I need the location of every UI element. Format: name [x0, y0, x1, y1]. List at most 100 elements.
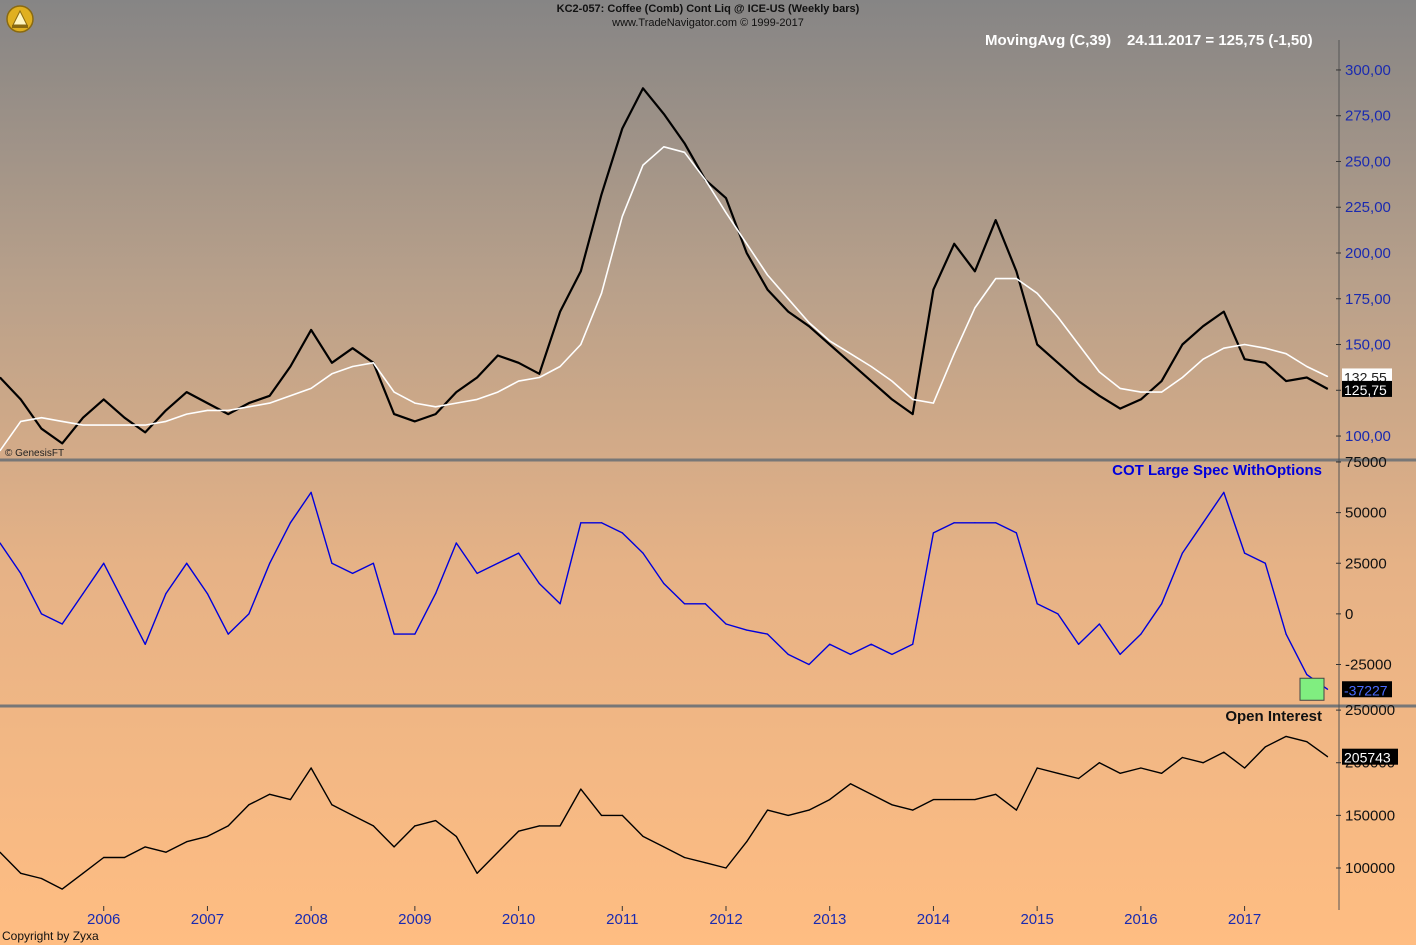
data-point: [829, 340, 831, 342]
data-point: [61, 888, 63, 890]
data-point: [600, 193, 603, 196]
data-point: [248, 613, 250, 615]
data-point: [1098, 395, 1100, 397]
data-point: [331, 362, 333, 364]
cot-series-line: [0, 491, 1329, 690]
data-point: [766, 633, 769, 635]
data-point: [683, 151, 686, 153]
data-point: [870, 643, 872, 645]
data-point: [393, 846, 395, 848]
data-point: [580, 343, 582, 346]
data-point: [766, 809, 769, 811]
data-point: [1098, 371, 1100, 373]
data-point: [476, 872, 478, 874]
data-point: [683, 856, 686, 859]
data-point: [974, 270, 976, 272]
data-point: [1202, 325, 1204, 327]
data-point: [61, 420, 63, 422]
data-point: [414, 402, 416, 404]
data-point: [435, 820, 437, 822]
data-point: [1326, 375, 1329, 378]
data-point: [746, 243, 748, 245]
data-point: [621, 127, 623, 130]
data-point: [1057, 613, 1059, 615]
data-point: [849, 353, 852, 355]
data-point: [455, 542, 457, 544]
data-point: [227, 409, 229, 412]
data-point: [331, 373, 333, 375]
data-point: [1223, 310, 1225, 313]
data-point: [310, 329, 312, 331]
data-point: [1119, 387, 1121, 390]
data-point: [580, 788, 582, 790]
data-point: [331, 562, 333, 564]
data-point: [1223, 491, 1225, 493]
data-point: [1181, 376, 1183, 379]
data-point: [103, 398, 105, 401]
data-point: [1285, 633, 1287, 635]
data-point: [1243, 343, 1246, 346]
data-point: [165, 420, 167, 422]
data-point: [165, 851, 167, 853]
data-point: [621, 532, 623, 534]
data-point: [891, 380, 893, 382]
data-point: [227, 825, 229, 827]
data-point: [746, 841, 748, 843]
data-point: [849, 362, 852, 364]
data-point: [1285, 353, 1287, 355]
data-point: [165, 593, 167, 595]
data-point: [497, 851, 499, 853]
data-point: [1243, 552, 1246, 554]
x-tick-label: 2008: [294, 911, 327, 928]
data-point: [808, 321, 810, 324]
data-point: [289, 798, 292, 801]
data-point: [1161, 380, 1163, 382]
data-point: [40, 428, 43, 430]
data-point: [642, 87, 644, 89]
data-point: [1306, 674, 1308, 676]
data-point: [40, 877, 43, 880]
data-point: [61, 442, 63, 444]
data-point: [206, 402, 209, 404]
data-point: [1078, 343, 1080, 346]
x-tick-label: 2009: [398, 911, 431, 928]
data-point: [829, 643, 831, 645]
data-point: [932, 289, 935, 291]
data-point: [870, 793, 872, 795]
data-point: [725, 623, 727, 625]
data-point: [206, 835, 209, 838]
data-point: [1140, 398, 1142, 401]
data-point: [144, 431, 146, 433]
data-point: [1036, 603, 1038, 605]
data-point: [870, 365, 872, 368]
y-tick-label: 150,00: [1345, 337, 1391, 354]
data-point: [414, 633, 416, 635]
data-point: [1264, 362, 1266, 364]
data-point: [352, 814, 354, 816]
data-point: [559, 365, 561, 368]
data-point: [289, 522, 292, 524]
data-point: [497, 391, 499, 393]
data-point: [746, 252, 748, 254]
data-point: [20, 872, 22, 874]
data-point: [1098, 762, 1100, 764]
data-point: [227, 633, 229, 635]
data-point: [932, 402, 935, 404]
data-point: [103, 562, 105, 564]
data-point: [683, 142, 686, 144]
data-point: [932, 798, 935, 801]
data-point: [829, 343, 831, 346]
data-point: [663, 113, 665, 115]
data-point: [1015, 270, 1018, 272]
data-point: [40, 613, 43, 615]
x-tick-label: 2011: [606, 911, 638, 928]
data-point: [642, 552, 644, 554]
data-point: [82, 872, 84, 874]
y-tick-label: 200,00: [1345, 245, 1391, 262]
data-point: [269, 562, 271, 564]
x-tick-label: 2016: [1124, 911, 1157, 928]
data-point: [497, 562, 499, 564]
data-point: [310, 387, 312, 390]
y-tick-label: 75000: [1345, 454, 1387, 471]
data-point: [269, 395, 271, 397]
